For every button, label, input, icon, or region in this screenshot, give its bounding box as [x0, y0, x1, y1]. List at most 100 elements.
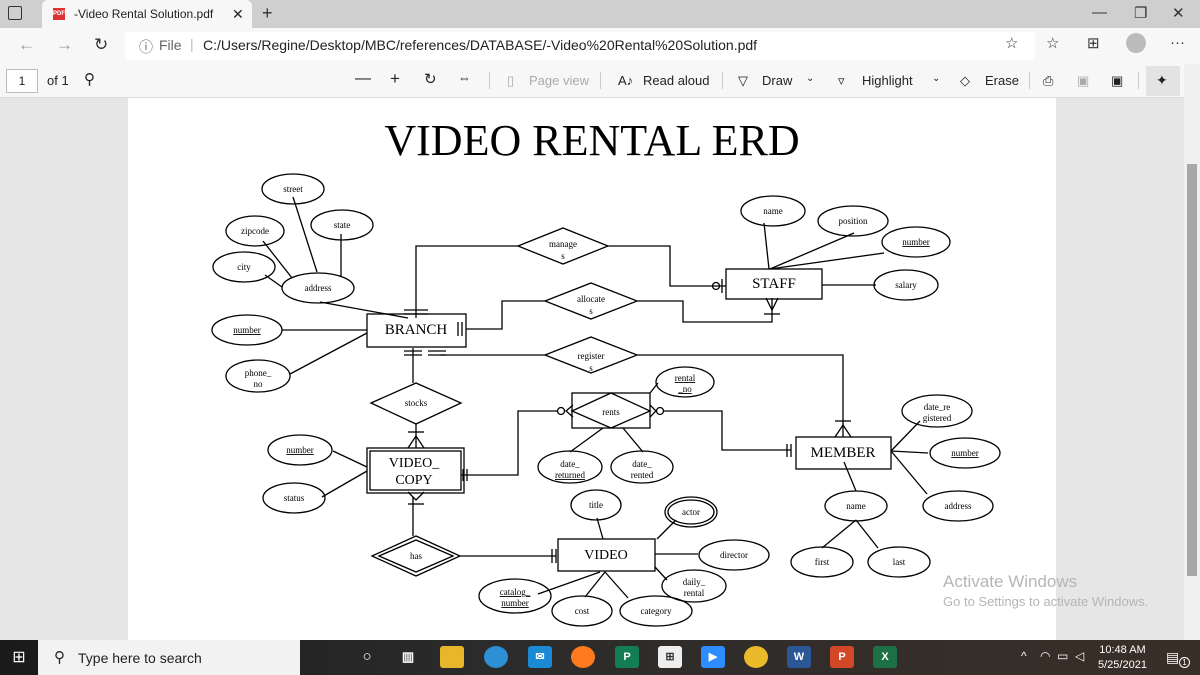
attribute-copy-number[interactable]: number: [267, 434, 333, 466]
chevron-down-icon[interactable]: ⌄: [932, 73, 940, 84]
task-view-icon[interactable]: ▥: [396, 646, 420, 668]
profile-avatar[interactable]: [1126, 33, 1146, 53]
relationship-label: allocate: [577, 294, 605, 304]
vertical-scrollbar[interactable]: [1184, 64, 1200, 640]
attribute-first[interactable]: first: [790, 546, 854, 578]
read-aloud-button[interactable]: Read aloud: [643, 73, 710, 88]
highlight-button[interactable]: Highlight: [862, 73, 913, 88]
pin-toolbar-button[interactable]: ✦: [1146, 66, 1180, 96]
powerpoint-icon[interactable]: P: [830, 646, 854, 668]
print-icon[interactable]: ⎙: [1043, 73, 1053, 89]
attribute-staff-name[interactable]: name: [740, 195, 806, 227]
zoom-in-button[interactable]: +: [390, 69, 400, 89]
clock[interactable]: 10:48 AM 5/25/2021: [1098, 643, 1147, 673]
info-icon[interactable]: ⓘ: [139, 37, 153, 57]
pin-icon: ✦: [1156, 72, 1168, 88]
show-hidden-icons[interactable]: ^: [1021, 649, 1027, 663]
attribute-member-address[interactable]: address: [922, 490, 994, 522]
page-view-button[interactable]: Page view: [529, 73, 589, 88]
eraser-icon: ◇: [960, 73, 970, 88]
edge-icon[interactable]: [484, 646, 508, 668]
attribute-title[interactable]: title: [570, 489, 622, 521]
battery-icon[interactable]: ▭: [1057, 649, 1068, 663]
entity-branch[interactable]: BRANCH: [366, 313, 467, 348]
publisher-icon[interactable]: P: [615, 646, 639, 668]
attribute-label: no: [254, 379, 264, 389]
attribute-status[interactable]: status: [262, 482, 326, 514]
rotate-icon[interactable]: ↻: [424, 70, 437, 88]
refresh-button[interactable]: ↻: [94, 35, 108, 55]
windows-start-button[interactable]: ⊞: [0, 640, 38, 675]
wifi-icon[interactable]: ◠: [1040, 649, 1050, 663]
entity-video[interactable]: VIDEO: [557, 538, 656, 572]
fit-page-icon[interactable]: ⇔: [458, 70, 471, 85]
attribute-date-returned[interactable]: date_returned: [537, 450, 603, 484]
attribute-member-number[interactable]: number: [929, 437, 1001, 469]
relationship-has[interactable]: has: [370, 535, 462, 577]
forward-button[interactable]: →: [56, 35, 73, 55]
attribute-category[interactable]: category: [619, 595, 693, 627]
collections-icon[interactable]: ⊞: [1087, 34, 1100, 52]
favorites-icon[interactable]: ☆: [1046, 34, 1059, 52]
close-window-button[interactable]: ✕: [1172, 4, 1185, 22]
word-icon[interactable]: W: [787, 646, 811, 668]
tab-actions-icon[interactable]: [8, 6, 22, 20]
attribute-staff-number[interactable]: number: [881, 226, 951, 258]
page-number-input[interactable]: 1: [6, 69, 38, 93]
store-icon[interactable]: ⊞: [658, 646, 682, 668]
chevron-down-icon[interactable]: ⌄: [806, 73, 814, 84]
attribute-address[interactable]: address: [281, 272, 355, 304]
attribute-zipcode[interactable]: zipcode: [225, 215, 285, 247]
attribute-phone-no[interactable]: phone_no: [225, 359, 291, 393]
erase-button[interactable]: Erase: [985, 73, 1019, 88]
draw-button[interactable]: Draw: [762, 73, 792, 88]
browser-tab[interactable]: PDF -Video Rental Solution.pdf ✕: [42, 0, 252, 28]
relationship-allocates[interactable]: allocate s: [543, 282, 639, 320]
watermark-title: Activate Windows: [943, 572, 1078, 591]
attribute-state[interactable]: state: [310, 209, 374, 241]
attribute-salary[interactable]: salary: [873, 269, 939, 301]
zoom-app-icon[interactable]: ▶: [701, 646, 725, 668]
restore-button[interactable]: ❐: [1134, 4, 1147, 22]
attribute-street[interactable]: street: [261, 173, 325, 205]
zoom-out-button[interactable]: —: [355, 70, 371, 88]
search-icon[interactable]: ⚲: [84, 70, 95, 88]
taskbar-search-input[interactable]: ⚲ Type here to search: [38, 640, 300, 675]
file-explorer-icon[interactable]: [440, 646, 464, 668]
save-as-icon[interactable]: ▣: [1111, 73, 1123, 89]
attribute-city[interactable]: city: [212, 251, 276, 283]
attribute-date-registered[interactable]: date_registered: [901, 394, 973, 428]
attribute-cost[interactable]: cost: [551, 595, 613, 627]
excel-icon[interactable]: X: [873, 646, 897, 668]
add-favorite-icon[interactable]: ☆: [1005, 34, 1018, 52]
attribute-rental-no[interactable]: rental_no: [655, 366, 715, 398]
attribute-last[interactable]: last: [867, 546, 931, 578]
chrome-icon[interactable]: [744, 646, 768, 668]
attribute-date-rented[interactable]: date_rented: [610, 450, 674, 484]
notifications-icon[interactable]: ▤: [1166, 649, 1179, 666]
relationship-registers[interactable]: register s: [543, 336, 639, 374]
relationship-rents[interactable]: rents: [570, 392, 652, 429]
relationship-manages[interactable]: manage s: [516, 227, 610, 265]
new-tab-button[interactable]: +: [262, 3, 273, 24]
cortana-icon[interactable]: ○: [355, 646, 379, 668]
entity-staff[interactable]: STAFF: [725, 268, 823, 300]
minimize-button[interactable]: —: [1092, 4, 1107, 21]
entity-member[interactable]: MEMBER: [795, 436, 892, 470]
attribute-director[interactable]: director: [698, 539, 770, 571]
attribute-member-name[interactable]: name: [824, 490, 888, 522]
more-menu-icon[interactable]: ···: [1170, 34, 1185, 51]
attribute-catalog-number[interactable]: catalog_number: [478, 578, 552, 614]
entity-video-copy[interactable]: VIDEO_ COPY: [366, 447, 465, 494]
back-button[interactable]: ←: [18, 35, 35, 55]
scrollbar-thumb[interactable]: [1187, 164, 1197, 576]
close-tab-icon[interactable]: ✕: [232, 6, 244, 23]
address-input[interactable]: ⓘ File | C:/Users/Regine/Desktop/MBC/ref…: [125, 32, 1035, 60]
relationship-stocks[interactable]: stocks: [369, 382, 463, 425]
firefox-icon[interactable]: [571, 646, 595, 668]
attribute-position[interactable]: position: [817, 205, 889, 237]
attribute-actor[interactable]: actor: [664, 496, 718, 528]
mail-icon[interactable]: ✉: [528, 646, 552, 668]
attribute-branch-number[interactable]: number: [211, 314, 283, 346]
volume-icon[interactable]: ◁: [1075, 649, 1084, 663]
